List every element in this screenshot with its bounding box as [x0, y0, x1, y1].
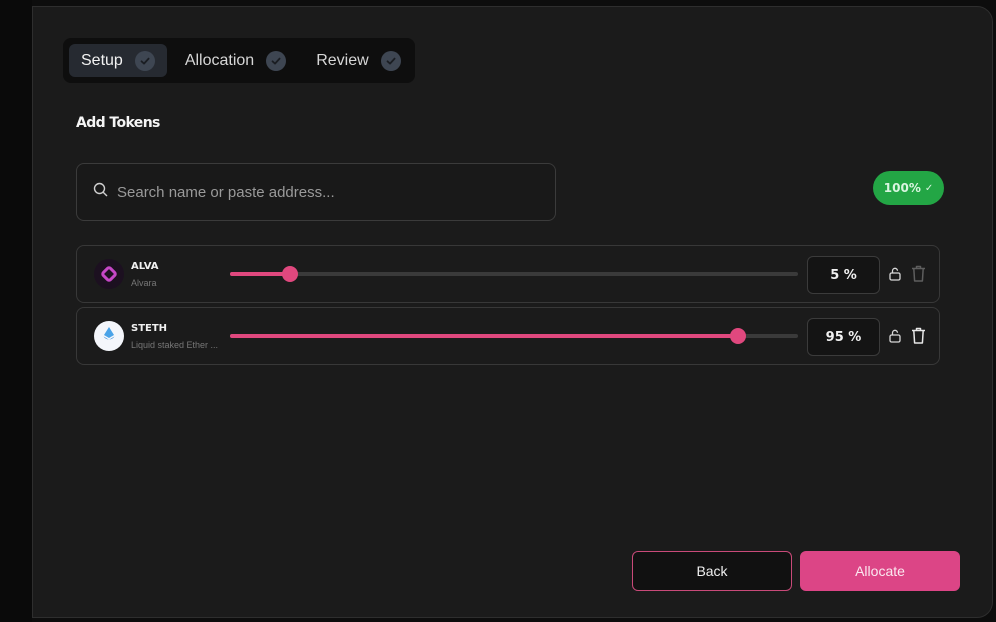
add-tokens-title: Add Tokens: [76, 115, 160, 131]
stepper: Setup Allocation Review: [63, 38, 415, 83]
step-label: Review: [316, 51, 369, 69]
trash-icon[interactable]: [910, 264, 927, 283]
token-symbol: ALVA: [131, 261, 159, 272]
left-sidebar-strip: [0, 0, 32, 622]
total-allocation-label: 100%: [883, 181, 921, 195]
back-button[interactable]: Back: [632, 551, 792, 591]
unlock-icon[interactable]: [887, 266, 903, 282]
allocation-percent-input[interactable]: 95 %: [807, 318, 880, 356]
token-search-box[interactable]: [76, 163, 556, 221]
alvara-logo-icon: [94, 259, 124, 289]
search-icon: [93, 182, 108, 202]
total-allocation-badge: 100% ✓: [873, 171, 944, 205]
token-name: Liquid staked Ether ...: [131, 340, 219, 350]
allocate-button[interactable]: Allocate: [800, 551, 960, 591]
slider-fill: [230, 272, 290, 276]
step-label: Setup: [81, 51, 123, 69]
unlock-icon[interactable]: [887, 328, 903, 344]
check-circle-icon: [134, 50, 155, 71]
token-symbol: STETH: [131, 323, 168, 334]
lido-logo-icon: [94, 321, 124, 351]
search-input[interactable]: [117, 183, 537, 201]
step-setup[interactable]: Setup: [69, 44, 167, 77]
check-icon: ✓: [924, 182, 934, 194]
step-label: Allocation: [184, 51, 255, 69]
slider-thumb[interactable]: [281, 266, 298, 282]
token-name: Alvara: [131, 278, 157, 288]
token-row-alva: ALVA Alvara 5 %: [76, 245, 940, 303]
allocation-percent-input[interactable]: 5 %: [807, 256, 880, 294]
check-circle-icon: [266, 50, 287, 71]
token-row-steth: STETH Liquid staked Ether ... 95 %: [76, 307, 940, 365]
step-review[interactable]: Review: [304, 44, 412, 77]
step-allocation[interactable]: Allocation: [173, 44, 298, 77]
allocation-slider[interactable]: [230, 328, 798, 344]
trash-icon[interactable]: [910, 326, 927, 345]
check-circle-icon: [380, 50, 401, 71]
slider-thumb[interactable]: [730, 328, 747, 344]
slider-fill: [230, 334, 739, 338]
allocation-slider[interactable]: [230, 266, 798, 282]
